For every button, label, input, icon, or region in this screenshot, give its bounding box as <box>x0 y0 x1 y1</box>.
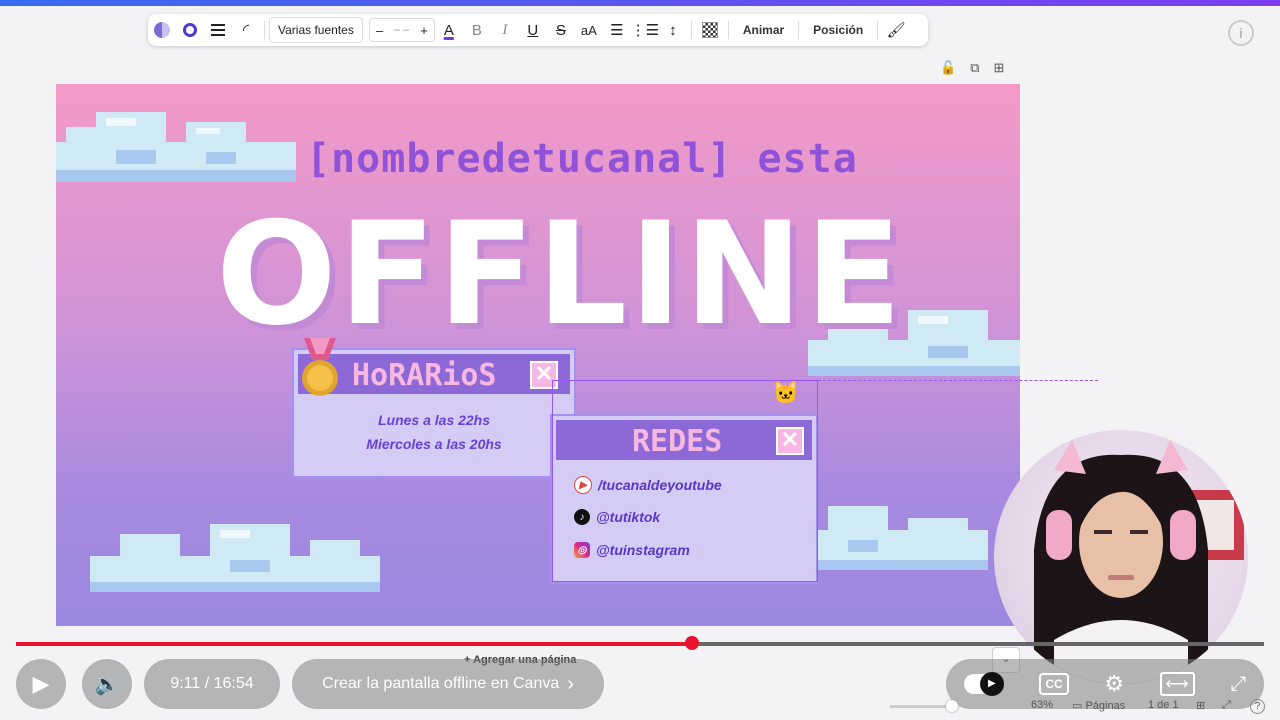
settings-gear-icon[interactable]: ⚙ <box>1104 671 1124 697</box>
underline-button[interactable]: U <box>519 14 547 46</box>
pixel-cloud-bottom-left <box>90 524 380 592</box>
duplicate-page-icon[interactable]: ⧉ <box>970 60 979 76</box>
text-color-button[interactable]: A <box>435 14 463 46</box>
autoplay-toggle[interactable] <box>963 672 1004 696</box>
font-size-decrease[interactable]: – <box>376 23 383 38</box>
transparency-button[interactable] <box>696 14 724 46</box>
zoom-slider-handle[interactable] <box>946 700 958 712</box>
medal-icon <box>302 338 338 396</box>
text-spacing-icon: ↕ <box>669 21 677 39</box>
page-actions: 🔓 ⧉ ⊞ <box>940 60 1004 76</box>
bold-icon: B <box>471 21 482 39</box>
chapter-button[interactable]: Crear la pantalla offline en Canva › <box>292 659 604 709</box>
play-icon: ▶ <box>32 671 50 696</box>
bullet-list-icon: ⋮☰ <box>630 22 660 39</box>
play-button[interactable]: ▶ <box>16 659 66 709</box>
info-icon[interactable]: i <box>1228 20 1254 46</box>
help-icon[interactable]: ? <box>1250 699 1265 714</box>
toolbar-divider <box>727 21 729 39</box>
offline-title[interactable]: OFFLINE <box>216 192 904 357</box>
pages-icon: ▭ <box>1072 700 1083 712</box>
toolbar-divider <box>264 21 265 39</box>
copy-style-button[interactable]: 🖌 <box>882 14 910 46</box>
italic-icon: I <box>502 21 508 38</box>
pages-label: Páginas <box>1085 700 1126 712</box>
spacing-button[interactable]: ↕ <box>659 14 687 46</box>
theater-mode-icon[interactable]: ⟷ <box>1159 672 1195 696</box>
progress-remaining <box>692 642 1264 646</box>
position-button[interactable]: Posición <box>803 14 873 46</box>
strikethrough-button[interactable]: S <box>547 14 575 46</box>
corner-curve-icon: ◜ <box>242 22 250 39</box>
alignment-button[interactable]: ☰ <box>603 14 631 46</box>
color-fill-button[interactable] <box>148 14 176 46</box>
time-readout: 9:11 / 16:54 <box>170 675 254 692</box>
border-style-button[interactable] <box>204 14 232 46</box>
toolbar-divider <box>690 21 692 39</box>
letter-case-icon: aA <box>580 22 597 38</box>
pixel-cloud-top-left <box>56 112 296 182</box>
font-size-stepper[interactable]: – – – + <box>368 18 435 42</box>
progress-scrubber[interactable] <box>685 636 699 650</box>
chapter-title: Crear la pantalla offline en Canva <box>322 675 560 692</box>
paint-roller-icon: 🖌 <box>886 22 906 39</box>
grid-view-icon[interactable]: ⊞ <box>1196 699 1205 712</box>
toolbar-divider <box>798 21 800 39</box>
font-size-increase[interactable]: + <box>420 23 428 38</box>
lock-icon[interactable]: 🔓 <box>940 60 956 76</box>
alignment-guide <box>818 380 1098 381</box>
chevron-right-icon: › <box>567 672 574 695</box>
text-color-icon: A <box>443 21 454 39</box>
italic-button[interactable]: I <box>491 14 519 46</box>
pixel-cloud-bottom-right <box>818 506 988 570</box>
fullscreen-icon[interactable]: ⤢ <box>1230 673 1246 696</box>
font-family-dropdown[interactable]: Varias fuentes <box>269 17 363 43</box>
text-toolbar: ◜ Varias fuentes – – – + A B I U S aA ☰ … <box>148 14 928 46</box>
schedule-line-1: Lunes a las 22hs <box>377 412 491 428</box>
expand-view-icon[interactable]: ⤢ <box>1222 699 1231 712</box>
zoom-value: 63% <box>1031 699 1054 711</box>
underline-icon: U <box>527 21 539 39</box>
design-canvas[interactable]: [nombredetucanal] esta OFFLINE HoRARioS … <box>56 84 1020 626</box>
strikethrough-icon: S <box>555 21 566 39</box>
progress-played <box>16 642 692 646</box>
corner-rounding-button[interactable]: ◜ <box>232 14 260 46</box>
font-size-value[interactable]: – – <box>394 24 409 36</box>
schedule-line-2: Miercoles a las 20hs <box>366 436 502 452</box>
letter-case-button[interactable]: aA <box>575 14 603 46</box>
channel-name-text[interactable]: [nombredetucanal] esta <box>306 136 858 182</box>
time-display: 9:11 / 16:54 <box>144 659 280 709</box>
video-progress-bar[interactable] <box>16 636 1264 650</box>
animate-button[interactable]: Animar <box>733 14 794 46</box>
zoom-slider-track[interactable] <box>890 705 952 708</box>
subtitles-button[interactable]: CC <box>1039 673 1069 695</box>
volume-icon: 🔊 <box>94 673 120 696</box>
border-circle-icon <box>183 23 197 37</box>
page-count: 1 de 1 <box>1148 699 1179 711</box>
schedule-title: HoRARioS <box>352 358 497 393</box>
color-fill-icon <box>154 22 170 38</box>
toolbar-divider <box>877 21 879 39</box>
add-page-icon[interactable]: ⊞ <box>993 60 1004 76</box>
list-button[interactable]: ⋮☰ <box>631 14 659 46</box>
pages-button[interactable]: ▭ Páginas <box>1072 699 1125 712</box>
transparency-icon <box>701 22 718 38</box>
volume-button[interactable]: 🔊 <box>82 659 132 709</box>
border-button[interactable] <box>176 14 204 46</box>
selection-outline <box>552 380 818 582</box>
border-style-icon <box>211 24 225 36</box>
bold-button[interactable]: B <box>463 14 491 46</box>
align-center-icon: ☰ <box>610 22 624 39</box>
